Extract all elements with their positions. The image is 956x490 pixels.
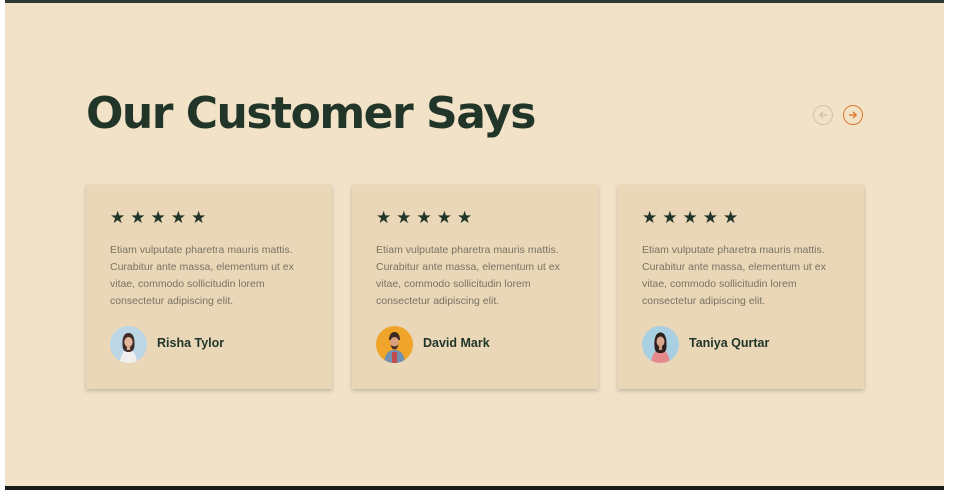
prev-button[interactable] <box>813 105 833 125</box>
review-text: Etiam vulputate pharetra mauris mattis. … <box>642 244 826 307</box>
author-name: David Mark <box>423 336 490 350</box>
arrow-right-icon <box>848 111 857 119</box>
avatar <box>110 326 147 363</box>
star-rating: ★★★★★ <box>110 209 211 226</box>
testimonial-card: ★★★★★ Etiam vulputate pharetra mauris ma… <box>618 185 864 389</box>
testimonial-card: ★★★★★ Etiam vulputate pharetra mauris ma… <box>86 185 332 389</box>
arrow-left-icon <box>819 111 828 119</box>
author-name: Risha Tylor <box>157 336 225 350</box>
testimonial-card: ★★★★★ Etiam vulputate pharetra mauris ma… <box>352 185 598 389</box>
page: Our Customer Says ★★★★★ Etiam vulputate … <box>0 0 956 490</box>
top-border <box>5 0 944 3</box>
section-title: Our Customer Says <box>86 88 536 139</box>
next-button[interactable] <box>843 105 863 125</box>
star-icon: ★★★★★ <box>110 208 212 227</box>
bottom-border <box>5 486 944 490</box>
author-name: Taniya Qurtar <box>689 336 770 350</box>
star-icon: ★★★★★ <box>642 208 744 227</box>
star-rating: ★★★★★ <box>376 209 477 226</box>
avatar <box>642 326 679 363</box>
star-icon: ★★★★★ <box>376 208 478 227</box>
review-text: Etiam vulputate pharetra mauris mattis. … <box>376 244 560 307</box>
review-text: Etiam vulputate pharetra mauris mattis. … <box>110 244 294 307</box>
star-rating: ★★★★★ <box>642 209 743 226</box>
avatar <box>376 326 413 363</box>
